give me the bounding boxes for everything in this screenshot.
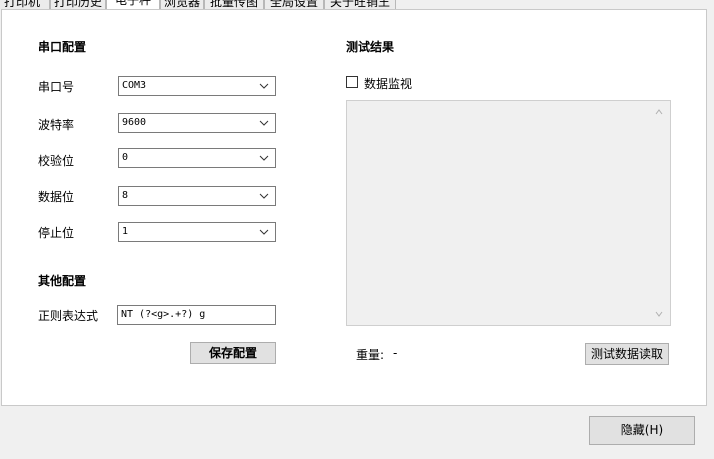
- data-monitor-output[interactable]: [346, 100, 671, 326]
- tab-global-settings[interactable]: 全局设置: [264, 0, 324, 9]
- port-label: 串口号: [38, 80, 75, 94]
- chevron-down-icon: [259, 155, 269, 161]
- scroll-down-arrow-icon[interactable]: [654, 309, 664, 319]
- tab-about[interactable]: 关于旺销王: [324, 0, 396, 9]
- regex-input[interactable]: NT (?<g>.+?) g: [117, 305, 276, 325]
- data-monitor-label: 数据监视: [364, 77, 413, 91]
- serial-config-title: 串口配置: [38, 40, 87, 54]
- chevron-down-icon: [259, 120, 269, 126]
- tab-print-history[interactable]: 打印历史: [50, 0, 106, 9]
- data-bits-label: 数据位: [38, 190, 75, 204]
- tab-printer[interactable]: 打印机: [0, 0, 50, 9]
- tab-browser[interactable]: 浏览器: [160, 0, 204, 9]
- hide-button[interactable]: 隐藏(H): [589, 416, 695, 445]
- baud-rate-select[interactable]: 9600: [118, 113, 276, 133]
- regex-label: 正则表达式: [38, 309, 99, 323]
- chevron-down-icon: [259, 83, 269, 89]
- parity-label: 校验位: [38, 154, 75, 168]
- baud-rate-label: 波特率: [38, 118, 75, 132]
- port-select[interactable]: COM3: [118, 76, 276, 96]
- stop-bits-label: 停止位: [38, 226, 75, 240]
- weight-label: 重量:: [356, 348, 385, 362]
- data-monitor-checkbox[interactable]: [346, 76, 358, 88]
- port-value: COM3: [122, 80, 147, 91]
- data-bits-select[interactable]: 8: [118, 186, 276, 206]
- data-bits-value: 8: [122, 190, 129, 201]
- scroll-up-arrow-icon[interactable]: [654, 107, 664, 117]
- save-config-button[interactable]: 保存配置: [190, 342, 276, 364]
- other-config-title: 其他配置: [38, 274, 87, 288]
- parity-select[interactable]: 0: [118, 148, 276, 168]
- parity-value: 0: [122, 152, 129, 163]
- stop-bits-value: 1: [122, 226, 129, 237]
- chevron-down-icon: [259, 229, 269, 235]
- tab-batch-upload[interactable]: 批量传图: [204, 0, 264, 9]
- chevron-down-icon: [259, 193, 269, 199]
- baud-rate-value: 9600: [122, 117, 147, 128]
- test-result-title: 测试结果: [346, 40, 395, 54]
- weight-value: -: [393, 346, 398, 360]
- regex-value: NT (?<g>.+?) g: [121, 309, 206, 320]
- stop-bits-select[interactable]: 1: [118, 222, 276, 242]
- test-read-button[interactable]: 测试数据读取: [585, 343, 669, 365]
